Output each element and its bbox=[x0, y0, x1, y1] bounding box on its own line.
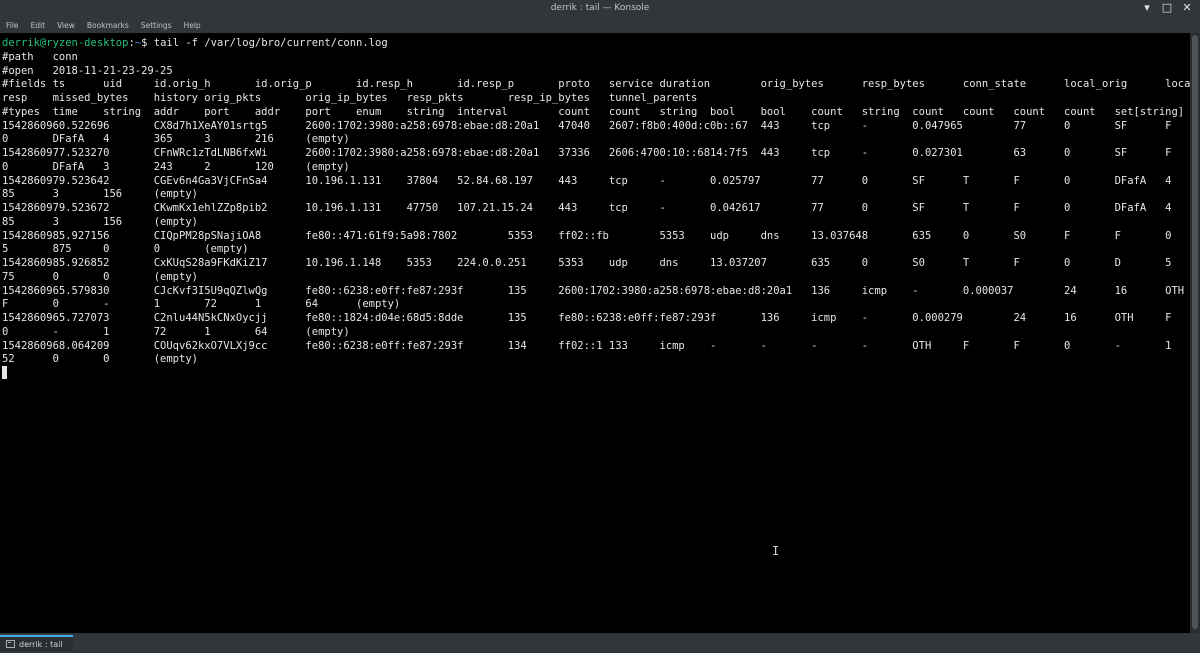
log-line: 1542860968.064209 COUqv62kxO7VLXj9cc fe8… bbox=[2, 339, 1190, 352]
log-line: #fields ts uid id.orig_h id.orig_p id.re… bbox=[2, 78, 1190, 91]
log-line: F 0 - 1 72 1 64 (empty) bbox=[2, 298, 401, 311]
log-line: 75 0 0 (empty) bbox=[2, 270, 198, 283]
menu-help[interactable]: Help bbox=[184, 21, 201, 30]
log-line: 1542860985.926852 CxKUqS28a9FKdKiZ17 10.… bbox=[2, 257, 1190, 269]
menu-file[interactable]: File bbox=[6, 21, 19, 30]
menu-view[interactable]: View bbox=[57, 21, 75, 30]
minimize-button[interactable]: ▾ bbox=[1140, 1, 1154, 15]
terminal-icon bbox=[6, 640, 15, 648]
log-line: 1542860965.727073 C2nlu44N5kCNxOycjj fe8… bbox=[2, 312, 1190, 324]
menu-edit[interactable]: Edit bbox=[31, 21, 46, 30]
close-button[interactable]: ✕ bbox=[1180, 1, 1194, 15]
window-controls: ▾ □ ✕ bbox=[1140, 1, 1194, 15]
maximize-button[interactable]: □ bbox=[1160, 1, 1174, 15]
tab-label: derrik : tail bbox=[19, 639, 63, 649]
log-line: 1542860965.579830 CJcKvf3I5U9qQZlwQg fe8… bbox=[2, 284, 1190, 297]
window-title: derrik : tail — Konsole bbox=[550, 3, 650, 13]
log-line: 52 0 0 (empty) bbox=[2, 353, 198, 366]
log-line: 85 3 156 (empty) bbox=[2, 188, 198, 201]
command-text: tail -f /var/log/bro/current/conn.log bbox=[153, 37, 388, 49]
log-line: #types time string addr port addr port e… bbox=[2, 105, 1185, 118]
log-line: #open 2018-11-21-23-29-25 bbox=[2, 64, 173, 77]
ibeam-cursor-icon: I bbox=[772, 544, 780, 558]
log-line: resp missed_bytes history orig_pkts orig… bbox=[2, 92, 698, 104]
log-line: 85 3 156 (empty) bbox=[2, 215, 198, 228]
terminal-output[interactable]: derrik@ryzen-desktop:~$ tail -f /var/log… bbox=[0, 33, 1190, 633]
log-line: 1542860977.523270 CFnWRc1zTdLNB6fxWi 260… bbox=[2, 147, 1190, 159]
log-line: #path conn bbox=[2, 50, 78, 63]
tab-bar: derrik : tail bbox=[0, 633, 1200, 653]
log-line: 1542860979.523672 CKwmKx1ehlZZp8pib2 10.… bbox=[2, 202, 1190, 214]
menu-bar: File Edit View Bookmarks Settings Help bbox=[0, 17, 1200, 33]
menu-bookmarks[interactable]: Bookmarks bbox=[87, 21, 129, 30]
terminal-cursor bbox=[2, 366, 7, 379]
log-line: 1542860979.523642 CGEv6n4Ga3VjCFnSa4 10.… bbox=[2, 174, 1190, 187]
log-line: 5 875 0 0 (empty) bbox=[2, 243, 249, 256]
prompt-line: derrik@ryzen-desktop:~$ tail -f /var/log… bbox=[2, 36, 388, 50]
prompt-dollar: $ bbox=[141, 37, 154, 49]
log-line: 1542860960.522696 CX8d7h1XeAY01srtg5 260… bbox=[2, 119, 1190, 132]
menu-settings[interactable]: Settings bbox=[141, 21, 172, 30]
window-titlebar: derrik : tail — Konsole ▾ □ ✕ bbox=[0, 0, 1200, 17]
log-line: 0 DFafA 3 243 2 120 (empty) bbox=[2, 160, 350, 173]
log-line: 1542860985.927156 CIQpPM28pSNajiOA8 fe80… bbox=[2, 229, 1190, 242]
scrollbar-thumb[interactable] bbox=[1192, 35, 1198, 629]
prompt-user: derrik@ryzen-desktop bbox=[2, 37, 129, 49]
log-line: 0 DFafA 4 365 3 216 (empty) bbox=[2, 133, 350, 146]
tab-terminal[interactable]: derrik : tail bbox=[0, 635, 73, 651]
log-line: 0 - 1 72 1 64 (empty) bbox=[2, 325, 350, 338]
